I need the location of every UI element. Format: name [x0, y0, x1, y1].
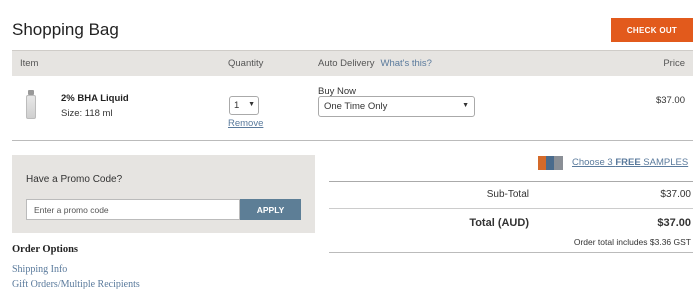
samples-free: FREE — [615, 157, 641, 168]
whats-this-link[interactable]: What's this? — [381, 58, 432, 69]
samples-suffix: SAMPLES — [640, 157, 689, 168]
cart-item-row: 2% BHA Liquid Size: 118 ml 1 ▼ Remove Bu… — [12, 77, 693, 141]
product-price: $37.00 — [655, 95, 685, 106]
product-size: Size: 118 ml — [61, 108, 113, 119]
samples-prefix: Choose 3 — [572, 157, 616, 168]
product-bottle-icon[interactable] — [26, 90, 36, 120]
delivery-frequency-select[interactable]: One Time Only ▼ — [318, 96, 475, 117]
column-quantity: Quantity — [228, 58, 264, 69]
quantity-value: 1 — [234, 100, 240, 111]
promo-code-input[interactable] — [26, 199, 240, 220]
auto-delivery-label: Auto Delivery — [318, 58, 375, 69]
gift-orders-link[interactable]: Gift Orders/Multiple Recipients — [12, 279, 140, 289]
subtotal-row: Sub-Total $37.00 — [329, 181, 693, 208]
total-label: Total (AUD) — [469, 217, 529, 229]
total-row: Total (AUD) $37.00 Order total includes … — [329, 208, 693, 253]
column-price: Price — [663, 58, 685, 69]
samples-books-icon[interactable] — [538, 156, 566, 170]
apply-promo-button[interactable]: APPLY — [240, 199, 301, 220]
promo-code-panel: Have a Promo Code? APPLY — [12, 155, 315, 233]
chevron-down-icon: ▼ — [248, 101, 255, 108]
quantity-select[interactable]: 1 ▼ — [229, 96, 259, 115]
total-value: $37.00 — [657, 217, 691, 229]
delivery-option-value: One Time Only — [324, 101, 388, 112]
product-name[interactable]: 2% BHA Liquid — [61, 93, 129, 104]
gst-note: Order total includes $3.36 GST — [573, 237, 691, 247]
order-options-heading: Order Options — [12, 244, 79, 255]
page-title: Shopping Bag — [12, 20, 119, 39]
chevron-down-icon: ▼ — [462, 102, 469, 109]
shipping-info-link[interactable]: Shipping Info — [12, 264, 140, 275]
order-options: Order Options Shipping Info Gift Orders/… — [12, 244, 140, 289]
order-totals: Sub-Total $37.00 Total (AUD) $37.00 Orde… — [329, 181, 693, 253]
column-item: Item — [20, 58, 39, 69]
promo-title: Have a Promo Code? — [26, 174, 123, 185]
subtotal-value: $37.00 — [660, 189, 691, 200]
subtotal-label: Sub-Total — [486, 189, 529, 200]
column-auto-delivery: Auto Delivery What's this? — [318, 58, 432, 69]
cart-table-header: Item Quantity Auto Delivery What's this? … — [12, 50, 693, 76]
choose-samples-link[interactable]: Choose 3 FREE SAMPLES — [572, 157, 688, 168]
checkout-button[interactable]: CHECK OUT — [611, 18, 693, 42]
remove-link[interactable]: Remove — [228, 118, 263, 129]
